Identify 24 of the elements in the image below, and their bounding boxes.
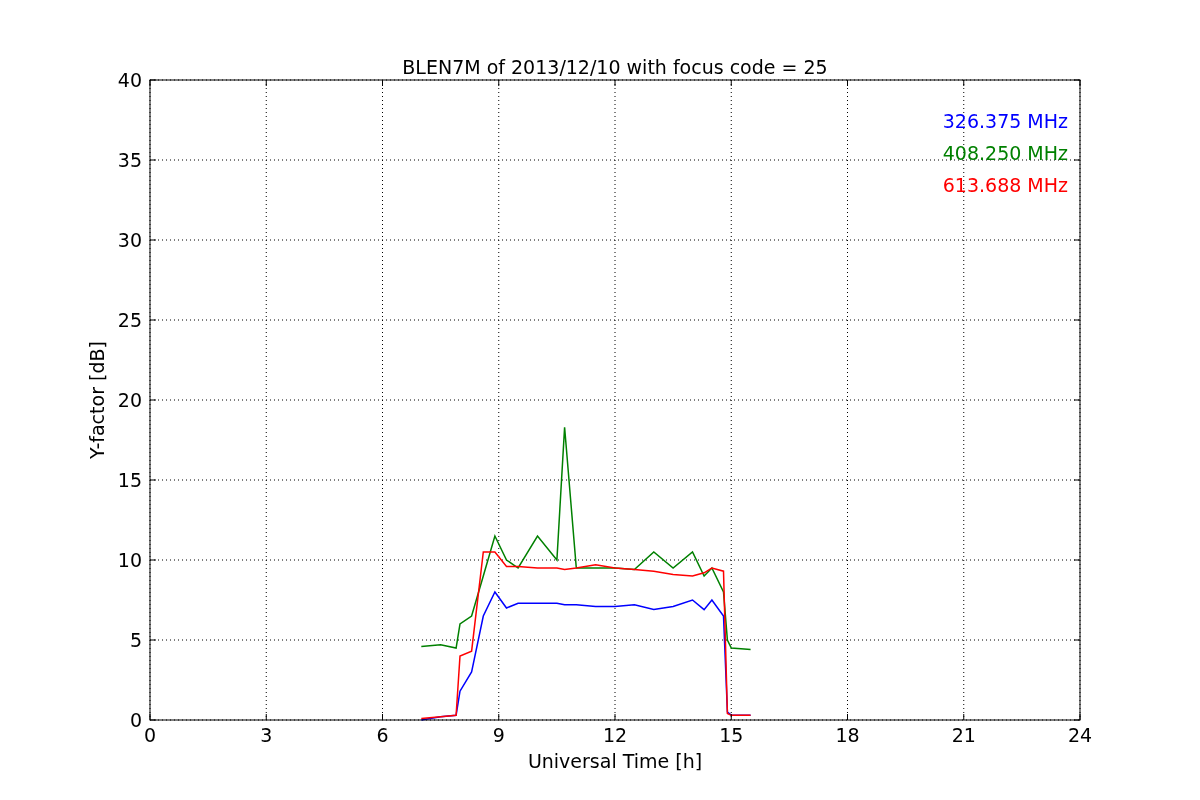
y-tick-label: 40 [117, 69, 142, 91]
x-tick-label: 9 [492, 724, 505, 746]
y-tick-label: 10 [117, 549, 142, 571]
x-tick-label: 6 [376, 724, 389, 746]
x-tick-label: 24 [1067, 724, 1093, 746]
x-axis-label: Universal Time [h] [527, 750, 703, 772]
x-tick-label: 0 [143, 724, 157, 746]
x-tick-label: 3 [260, 724, 273, 746]
chart-title: BLEN7M of 2013/12/10 with focus code = 25 [402, 56, 828, 78]
legend-label: 326.375 MHz [942, 110, 1068, 132]
x-tick-label: 15 [719, 724, 744, 746]
y-tick-label: 35 [117, 149, 142, 171]
y-axis-label: Y-factor [dB] [86, 341, 108, 459]
y-tick-label: 30 [117, 229, 142, 251]
y-tick-label: 5 [129, 629, 142, 651]
y-tick-label: 25 [117, 309, 142, 331]
legend-label: 408.250 MHz [942, 142, 1068, 164]
x-tick-label: 12 [602, 724, 628, 746]
y-tick-label: 20 [117, 389, 142, 411]
y-tick-label: 0 [129, 709, 142, 731]
x-tick-label: 18 [835, 724, 860, 746]
y-tick-label: 15 [117, 469, 142, 491]
x-tick-label: 21 [951, 724, 976, 746]
legend-label: 613.688 MHz [942, 174, 1068, 196]
